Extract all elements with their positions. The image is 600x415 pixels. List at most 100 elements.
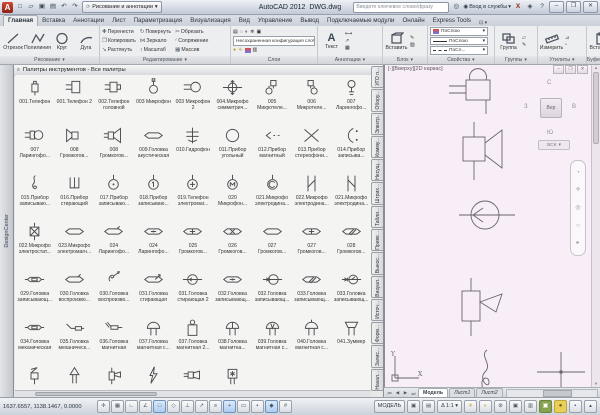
- viewcube-west[interactable]: З: [524, 104, 528, 110]
- palette-item[interactable]: 037.Головка магнитная с...: [134, 315, 174, 363]
- palette-hscroll-thumb[interactable]: [35, 392, 157, 396]
- palette-item[interactable]: [15, 363, 55, 391]
- tab-Параметризация[interactable]: Параметризация: [130, 16, 187, 26]
- palette-tab-[interactable]: Форм...: [371, 322, 383, 344]
- status-toggle-4[interactable]: ∠: [139, 400, 152, 413]
- measure-button[interactable]: Измерить: [540, 32, 563, 51]
- annotation-scale-button[interactable]: Δ 1:1 ▾: [437, 400, 462, 413]
- redo-icon[interactable]: ↷: [70, 2, 80, 12]
- layer-properties-icon[interactable]: ▤: [233, 29, 238, 35]
- palette-hscrollbar[interactable]: [15, 390, 371, 397]
- palette-tab-[interactable]: Электр...: [371, 113, 383, 135]
- draw-Отрезок-button[interactable]: Отрезок: [2, 32, 24, 51]
- panel-layers-caption[interactable]: Слои: [231, 56, 317, 64]
- palette-item[interactable]: 016.Прибор стирающий: [55, 171, 95, 219]
- palette-item[interactable]: 040.Головка магнитная с...: [292, 315, 332, 363]
- save-icon[interactable]: ▣: [37, 2, 47, 12]
- viewcube-south[interactable]: Ю: [547, 130, 553, 136]
- status-toggle-6[interactable]: ◇: [167, 400, 180, 413]
- status-toggle-12[interactable]: ▪: [251, 400, 264, 413]
- viewcube-north[interactable]: С: [547, 80, 551, 86]
- palette-tab-[interactable]: Приве...: [371, 229, 383, 251]
- draw-Полилиния-button[interactable]: Полилиния: [26, 32, 49, 51]
- drawing-symbol-clef[interactable]: [473, 348, 499, 388]
- sign-in-button[interactable]: ◉ Вход в службы ▾: [463, 4, 511, 10]
- drawing-symbol-speaker[interactable]: [457, 122, 509, 180]
- palette-tab-[interactable]: Штрих...: [371, 182, 383, 204]
- palette-item[interactable]: 006 Микротеле...: [292, 75, 332, 123]
- modify-Обрезать-button[interactable]: ✂Обрезать: [175, 28, 208, 37]
- leader-icon[interactable]: ↗: [345, 38, 352, 44]
- palette-item[interactable]: 033.Головка записывающ...: [292, 267, 332, 315]
- modify-Копировать-button[interactable]: ❐Копировать: [102, 37, 136, 46]
- point-icon[interactable]: ▫: [565, 42, 569, 48]
- palette-item[interactable]: 004.Микрофо симметрич...: [213, 75, 253, 123]
- orbit-icon[interactable]: ○: [576, 223, 580, 229]
- vscroll-thumb[interactable]: [593, 72, 599, 144]
- palette-tab-[interactable]: Источ...: [371, 299, 383, 321]
- doc-close-button[interactable]: ✕: [577, 65, 588, 74]
- designcenter-bar[interactable]: DesignCenter: [0, 64, 14, 398]
- palette-item[interactable]: 003 Микрофон: [134, 75, 174, 123]
- layer-lock-icon[interactable]: ▣: [257, 29, 262, 35]
- palette-item[interactable]: [134, 363, 174, 391]
- ungroup-icon[interactable]: ▱: [522, 35, 526, 41]
- scroll-up-icon[interactable]: ▲: [592, 64, 600, 72]
- tab-Визуализация[interactable]: Визуализация: [186, 16, 235, 26]
- palette-tab-[interactable]: Табли...: [371, 206, 383, 228]
- palette-item[interactable]: 013.Прибор стереофони...: [292, 123, 332, 171]
- palette-item[interactable]: 019.Телефон электромаг...: [173, 171, 213, 219]
- palette-item[interactable]: 008 Громкогов...: [55, 123, 95, 171]
- modify-Зеркало-button[interactable]: ⋈Зеркало: [140, 37, 171, 46]
- layer-color-swatch[interactable]: [245, 48, 251, 53]
- ucs-icon[interactable]: YX: [387, 350, 425, 386]
- first-layout-button[interactable]: ⏮: [386, 391, 393, 396]
- palette-item[interactable]: [173, 363, 213, 391]
- modify-Повернуть-button[interactable]: ↻Повернуть: [140, 28, 171, 37]
- next-layout-button[interactable]: ▶: [402, 390, 409, 396]
- panel-modify-caption[interactable]: Редактирование▾: [100, 56, 230, 64]
- modify-Сопряжение-button[interactable]: ◜Сопряжение: [175, 37, 208, 46]
- layer-freeze-icon[interactable]: ❄: [250, 29, 254, 35]
- palette-item[interactable]: 012.Прибор магнитный: [252, 123, 292, 171]
- draw-Дуга-button[interactable]: Дуга: [75, 32, 97, 51]
- palette-item[interactable]: 021.Микрофо электродина...: [252, 171, 292, 219]
- communication-center-icon[interactable]: ◈: [525, 2, 535, 12]
- tab-Подключаемые модули[interactable]: Подключаемые модули: [323, 16, 398, 26]
- tray-collapse-button[interactable]: ▴: [584, 400, 597, 413]
- zoom-icon[interactable]: ◎: [575, 205, 580, 211]
- minimize-button[interactable]: –: [549, 1, 564, 13]
- workspace-switch-button[interactable]: ⊛: [494, 400, 507, 413]
- layer-sun-icon[interactable]: ✳: [238, 47, 242, 53]
- pan-icon[interactable]: ✛: [575, 187, 580, 193]
- palette-item[interactable]: 030.Головка воспроизво...: [94, 267, 134, 315]
- close-button[interactable]: ✕: [583, 1, 598, 13]
- status-toggle-11[interactable]: ▭: [237, 400, 250, 413]
- cleanscreen-button[interactable]: ▪: [569, 400, 582, 413]
- panel-draw-caption[interactable]: Рисование▾: [0, 56, 99, 64]
- modify-Перенести-button[interactable]: ✚Перенести: [102, 28, 136, 37]
- palette-item[interactable]: 028 Громкогов...: [331, 219, 371, 267]
- tab-Вставка[interactable]: Вставка: [38, 16, 69, 26]
- group-button[interactable]: Группа: [497, 32, 520, 51]
- showmotion-icon[interactable]: ▸: [576, 240, 579, 246]
- palette-item[interactable]: [213, 363, 253, 391]
- modify-Растянуть-button[interactable]: ↘Растянуть: [102, 46, 136, 55]
- quick-view-drawings-button[interactable]: ▤: [422, 400, 435, 413]
- status-toggle-5[interactable]: □: [153, 400, 166, 413]
- palette-item[interactable]: 009.Головка акустическая: [134, 123, 174, 171]
- table-icon[interactable]: ▦: [345, 45, 352, 51]
- palette-item[interactable]: 001.Телефон: [15, 75, 55, 123]
- last-layout-button[interactable]: ⏭: [410, 391, 417, 396]
- palette-item[interactable]: 015.Прибор записываю...: [15, 171, 55, 219]
- palette-item[interactable]: 011.Прибор угольный: [213, 123, 253, 171]
- layer-off-icon[interactable]: ◌: [240, 29, 243, 35]
- panel-block-caption[interactable]: Блок▾: [383, 56, 427, 64]
- model-space-button[interactable]: МОДЕЛЬ: [374, 400, 405, 413]
- modify-Массив-button[interactable]: ▦Массив: [175, 46, 208, 55]
- status-toggle-14[interactable]: #: [279, 400, 292, 413]
- palette-tab-[interactable]: УГО п...: [371, 66, 383, 88]
- tab-Express Tools[interactable]: Express Tools: [429, 16, 475, 26]
- palette-item[interactable]: 020 Микрофон...: [213, 171, 253, 219]
- hardware-accel-button[interactable]: ▥: [524, 400, 537, 413]
